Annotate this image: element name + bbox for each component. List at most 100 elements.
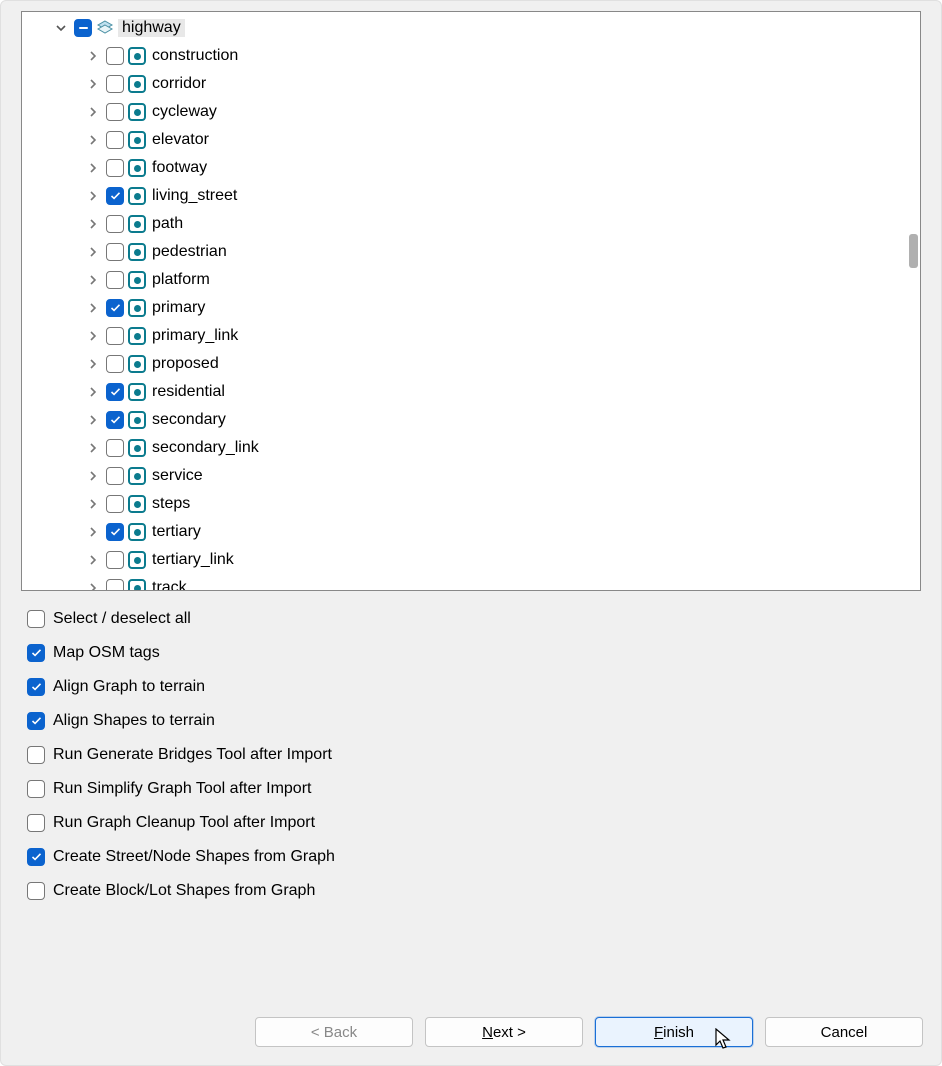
chevron-right-icon[interactable] bbox=[86, 49, 100, 63]
checkbox-steps[interactable] bbox=[106, 495, 124, 513]
checkbox-primary_link[interactable] bbox=[106, 327, 124, 345]
layer-icon bbox=[128, 551, 146, 569]
tree-item-track[interactable]: track bbox=[28, 574, 918, 591]
option-checkbox[interactable] bbox=[27, 882, 45, 900]
tree-item-label: residential bbox=[150, 383, 225, 401]
chevron-right-icon[interactable] bbox=[86, 329, 100, 343]
scrollbar-vertical[interactable] bbox=[904, 12, 920, 590]
tree-root-highway[interactable]: highway bbox=[28, 14, 918, 42]
tree-item-cycleway[interactable]: cycleway bbox=[28, 98, 918, 126]
tree-item-primary[interactable]: primary bbox=[28, 294, 918, 322]
option-row[interactable]: Run Graph Cleanup Tool after Import bbox=[27, 809, 921, 837]
chevron-down-icon[interactable] bbox=[54, 21, 68, 35]
chevron-right-icon[interactable] bbox=[86, 133, 100, 147]
option-checkbox[interactable] bbox=[27, 644, 45, 662]
option-row[interactable]: Run Simplify Graph Tool after Import bbox=[27, 775, 921, 803]
tree-item-pedestrian[interactable]: pedestrian bbox=[28, 238, 918, 266]
layer-icon bbox=[128, 523, 146, 541]
option-row[interactable]: Run Generate Bridges Tool after Import bbox=[27, 741, 921, 769]
chevron-right-icon[interactable] bbox=[86, 553, 100, 567]
chevron-right-icon[interactable] bbox=[86, 161, 100, 175]
checkbox-tertiary_link[interactable] bbox=[106, 551, 124, 569]
cancel-button-label: Cancel bbox=[821, 1024, 868, 1041]
tree-item-primary_link[interactable]: primary_link bbox=[28, 322, 918, 350]
tree-item-tertiary[interactable]: tertiary bbox=[28, 518, 918, 546]
checkbox-elevator[interactable] bbox=[106, 131, 124, 149]
chevron-right-icon[interactable] bbox=[86, 413, 100, 427]
tree-item-tertiary_link[interactable]: tertiary_link bbox=[28, 546, 918, 574]
chevron-right-icon[interactable] bbox=[86, 497, 100, 511]
option-row[interactable]: Select / deselect all bbox=[27, 605, 921, 633]
tree-view[interactable]: highway constructioncorridorcyclewayelev… bbox=[21, 11, 921, 591]
checkbox-highway[interactable] bbox=[74, 19, 92, 37]
option-row[interactable]: Create Block/Lot Shapes from Graph bbox=[27, 877, 921, 905]
checkbox-corridor[interactable] bbox=[106, 75, 124, 93]
option-checkbox[interactable] bbox=[27, 712, 45, 730]
checkbox-cycleway[interactable] bbox=[106, 103, 124, 121]
option-label: Run Generate Bridges Tool after Import bbox=[53, 746, 332, 764]
tree-item-living_street[interactable]: living_street bbox=[28, 182, 918, 210]
tree-item-platform[interactable]: platform bbox=[28, 266, 918, 294]
tree-item-corridor[interactable]: corridor bbox=[28, 70, 918, 98]
tree-item-service[interactable]: service bbox=[28, 462, 918, 490]
chevron-right-icon[interactable] bbox=[86, 357, 100, 371]
tree-item-residential[interactable]: residential bbox=[28, 378, 918, 406]
chevron-right-icon[interactable] bbox=[86, 581, 100, 591]
option-row[interactable]: Create Street/Node Shapes from Graph bbox=[27, 843, 921, 871]
tree-item-steps[interactable]: steps bbox=[28, 490, 918, 518]
tree-item-label: primary_link bbox=[150, 327, 238, 345]
checkbox-secondary[interactable] bbox=[106, 411, 124, 429]
back-button[interactable]: < Back bbox=[255, 1017, 413, 1047]
tree-item-footway[interactable]: footway bbox=[28, 154, 918, 182]
option-checkbox[interactable] bbox=[27, 610, 45, 628]
chevron-right-icon[interactable] bbox=[86, 77, 100, 91]
chevron-right-icon[interactable] bbox=[86, 525, 100, 539]
checkbox-construction[interactable] bbox=[106, 47, 124, 65]
tree-item-construction[interactable]: construction bbox=[28, 42, 918, 70]
checkbox-track[interactable] bbox=[106, 579, 124, 591]
scrollbar-thumb[interactable] bbox=[909, 234, 918, 268]
option-row[interactable]: Align Graph to terrain bbox=[27, 673, 921, 701]
checkbox-tertiary[interactable] bbox=[106, 523, 124, 541]
option-checkbox[interactable] bbox=[27, 746, 45, 764]
finish-button[interactable]: Finish bbox=[595, 1017, 753, 1047]
chevron-right-icon[interactable] bbox=[86, 189, 100, 203]
option-row[interactable]: Map OSM tags bbox=[27, 639, 921, 667]
chevron-right-icon[interactable] bbox=[86, 301, 100, 315]
chevron-right-icon[interactable] bbox=[86, 469, 100, 483]
checkbox-footway[interactable] bbox=[106, 159, 124, 177]
checkbox-proposed[interactable] bbox=[106, 355, 124, 373]
option-checkbox[interactable] bbox=[27, 848, 45, 866]
chevron-right-icon[interactable] bbox=[86, 441, 100, 455]
tree-item-elevator[interactable]: elevator bbox=[28, 126, 918, 154]
option-row[interactable]: Align Shapes to terrain bbox=[27, 707, 921, 735]
checkbox-pedestrian[interactable] bbox=[106, 243, 124, 261]
tree-item-path[interactable]: path bbox=[28, 210, 918, 238]
option-label: Create Block/Lot Shapes from Graph bbox=[53, 882, 315, 900]
checkbox-secondary_link[interactable] bbox=[106, 439, 124, 457]
chevron-right-icon[interactable] bbox=[86, 105, 100, 119]
checkbox-service[interactable] bbox=[106, 467, 124, 485]
checkbox-residential[interactable] bbox=[106, 383, 124, 401]
option-checkbox[interactable] bbox=[27, 814, 45, 832]
chevron-right-icon[interactable] bbox=[86, 217, 100, 231]
checkbox-path[interactable] bbox=[106, 215, 124, 233]
layer-icon bbox=[128, 299, 146, 317]
next-button[interactable]: Next > bbox=[425, 1017, 583, 1047]
chevron-right-icon[interactable] bbox=[86, 273, 100, 287]
tree-item-proposed[interactable]: proposed bbox=[28, 350, 918, 378]
tree-item-label: proposed bbox=[150, 355, 219, 373]
checkbox-primary[interactable] bbox=[106, 299, 124, 317]
tree-item-label: platform bbox=[150, 271, 210, 289]
tree-item-secondary[interactable]: secondary bbox=[28, 406, 918, 434]
option-checkbox[interactable] bbox=[27, 678, 45, 696]
cancel-button[interactable]: Cancel bbox=[765, 1017, 923, 1047]
chevron-right-icon[interactable] bbox=[86, 385, 100, 399]
tree-item-secondary_link[interactable]: secondary_link bbox=[28, 434, 918, 462]
layer-icon bbox=[128, 467, 146, 485]
checkbox-living_street[interactable] bbox=[106, 187, 124, 205]
option-checkbox[interactable] bbox=[27, 780, 45, 798]
option-label: Create Street/Node Shapes from Graph bbox=[53, 848, 335, 866]
checkbox-platform[interactable] bbox=[106, 271, 124, 289]
chevron-right-icon[interactable] bbox=[86, 245, 100, 259]
